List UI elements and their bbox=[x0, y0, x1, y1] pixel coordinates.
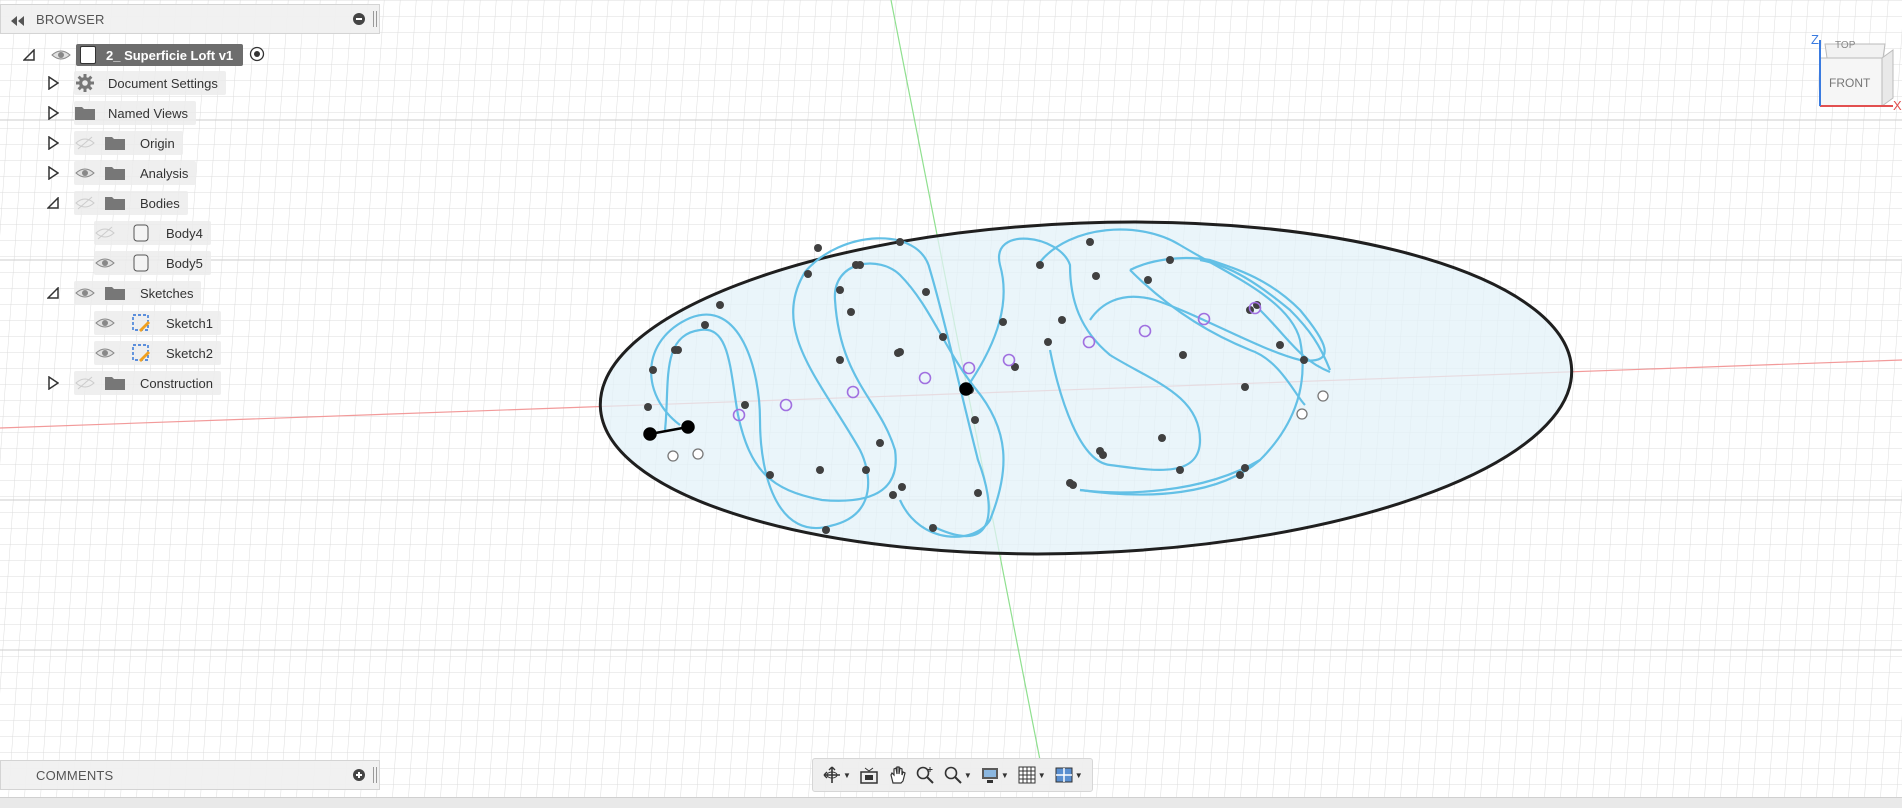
collapsed-triangle-icon[interactable] bbox=[46, 376, 60, 390]
collapsed-triangle-icon[interactable] bbox=[46, 136, 60, 150]
browser-panel: BROWSER 2_ Superficie Loft v1 Document S… bbox=[0, 4, 380, 395]
dropdown-caret-icon[interactable]: ▼ bbox=[1075, 771, 1083, 780]
tree-item-document-settings[interactable]: Document Settings bbox=[46, 70, 226, 96]
tree-item-label: Bodies bbox=[140, 195, 180, 211]
tree-item-sketch1[interactable]: Sketch1 bbox=[94, 310, 221, 336]
tree-item-label: Named Views bbox=[108, 105, 188, 121]
gear-icon bbox=[74, 72, 96, 94]
sketch-icon bbox=[130, 312, 152, 334]
expanded-triangle-icon[interactable] bbox=[22, 48, 36, 62]
folder-icon bbox=[104, 192, 126, 214]
display-settings-button[interactable]: ▼ bbox=[977, 762, 1012, 788]
fit-zoom-icon bbox=[944, 766, 962, 784]
zoom-button[interactable] bbox=[912, 762, 938, 788]
panel-resize-handle[interactable] bbox=[373, 767, 377, 783]
view-cube[interactable]: TOP FRONT Z X bbox=[1805, 30, 1902, 120]
dropdown-caret-icon[interactable]: ▼ bbox=[843, 771, 851, 780]
tree-item-label: Construction bbox=[140, 375, 213, 391]
tree-item-body4[interactable]: Body4 bbox=[94, 220, 211, 246]
sketch-icon bbox=[130, 342, 152, 364]
eye-hidden-icon[interactable] bbox=[74, 192, 96, 214]
expanded-triangle-icon[interactable] bbox=[46, 286, 60, 300]
component-icon bbox=[80, 46, 96, 64]
fit-button[interactable]: ▼ bbox=[940, 762, 975, 788]
folder-icon bbox=[104, 162, 126, 184]
eye-icon[interactable] bbox=[94, 252, 116, 274]
tree-item-label: Body5 bbox=[166, 255, 203, 271]
view-cube-front-label[interactable]: FRONT bbox=[1829, 76, 1870, 90]
dropdown-caret-icon[interactable]: ▼ bbox=[964, 771, 972, 780]
tree-item-origin[interactable]: Origin bbox=[46, 130, 183, 156]
zoom-window-icon bbox=[916, 766, 934, 784]
collapsed-triangle-icon[interactable] bbox=[46, 76, 60, 90]
body-icon bbox=[130, 222, 152, 244]
eye-icon[interactable] bbox=[94, 342, 116, 364]
root-component-chip[interactable]: 2_ Superficie Loft v1 bbox=[76, 44, 244, 66]
tree-item-label: Origin bbox=[140, 135, 175, 151]
viewports-button[interactable]: ▼ bbox=[1051, 762, 1086, 788]
dropdown-caret-icon[interactable]: ▼ bbox=[1038, 771, 1046, 780]
collapsed-triangle-icon[interactable] bbox=[46, 166, 60, 180]
folder-icon bbox=[104, 132, 126, 154]
tree-item-label: Document Settings bbox=[108, 75, 218, 91]
status-strip bbox=[0, 797, 1902, 808]
folder-icon bbox=[104, 372, 126, 394]
tree-item-construction[interactable]: Construction bbox=[46, 370, 221, 396]
pan-icon bbox=[890, 766, 906, 784]
tree-item-sketch2[interactable]: Sketch2 bbox=[94, 340, 221, 366]
orbit-icon bbox=[823, 766, 840, 783]
tree-item-label: Body4 bbox=[166, 225, 203, 241]
folder-icon bbox=[74, 102, 96, 124]
tree-item-sketches[interactable]: Sketches bbox=[46, 280, 202, 306]
tree-item-analysis[interactable]: Analysis bbox=[46, 160, 197, 186]
canvas-viewport[interactable] bbox=[0, 0, 1902, 807]
expanded-triangle-icon[interactable] bbox=[46, 196, 60, 210]
eye-hidden-icon[interactable] bbox=[94, 222, 116, 244]
tree-root[interactable]: 2_ Superficie Loft v1 bbox=[22, 42, 265, 68]
browser-options-icon[interactable] bbox=[353, 13, 365, 28]
grid-settings-icon bbox=[1018, 766, 1036, 784]
folder-icon bbox=[104, 282, 126, 304]
panel-resize-handle[interactable] bbox=[373, 11, 377, 27]
comments-header[interactable]: COMMENTS bbox=[0, 760, 380, 790]
body-icon bbox=[130, 252, 152, 274]
pan-button[interactable] bbox=[884, 762, 910, 788]
collapse-panel-icon[interactable] bbox=[11, 14, 25, 29]
look-at-button[interactable] bbox=[856, 762, 882, 788]
view-cube-top-label[interactable]: TOP bbox=[1835, 40, 1855, 51]
grid-settings-button[interactable]: ▼ bbox=[1014, 762, 1049, 788]
viewports-icon bbox=[1055, 767, 1073, 783]
navigation-toolbar: ▼ ▼ ▼ ▼ ▼ bbox=[812, 758, 1093, 792]
tree-item-named-views[interactable]: Named Views bbox=[46, 100, 196, 126]
display-settings-icon bbox=[981, 768, 998, 783]
view-cube-z-label: Z bbox=[1811, 32, 1819, 47]
tree-item-bodies[interactable]: Bodies bbox=[46, 190, 188, 216]
view-cube-x-label: X bbox=[1893, 98, 1902, 113]
look-at-icon bbox=[860, 767, 878, 784]
browser-title: BROWSER bbox=[36, 11, 105, 27]
eye-hidden-icon[interactable] bbox=[74, 132, 96, 154]
eye-hidden-icon[interactable] bbox=[74, 372, 96, 394]
tree-item-label: Sketch1 bbox=[166, 315, 213, 331]
tree-item-label: Analysis bbox=[140, 165, 189, 181]
eye-icon[interactable] bbox=[50, 44, 72, 66]
activate-radio-icon[interactable] bbox=[249, 46, 265, 65]
tree-item-label: Sketches bbox=[140, 285, 194, 301]
dropdown-caret-icon[interactable]: ▼ bbox=[1001, 771, 1009, 780]
tree-item-label: Sketch2 bbox=[166, 345, 213, 361]
root-component-label: 2_ Superficie Loft v1 bbox=[106, 47, 234, 63]
add-comment-icon[interactable] bbox=[353, 769, 365, 784]
comments-title: COMMENTS bbox=[36, 767, 114, 783]
eye-icon[interactable] bbox=[94, 312, 116, 334]
tree-item-body5[interactable]: Body5 bbox=[94, 250, 211, 276]
eye-icon[interactable] bbox=[74, 162, 96, 184]
collapsed-triangle-icon[interactable] bbox=[46, 106, 60, 120]
browser-header: BROWSER bbox=[0, 4, 380, 34]
orbit-button[interactable]: ▼ bbox=[819, 762, 854, 788]
comments-panel: COMMENTS bbox=[0, 760, 380, 790]
eye-icon[interactable] bbox=[74, 282, 96, 304]
